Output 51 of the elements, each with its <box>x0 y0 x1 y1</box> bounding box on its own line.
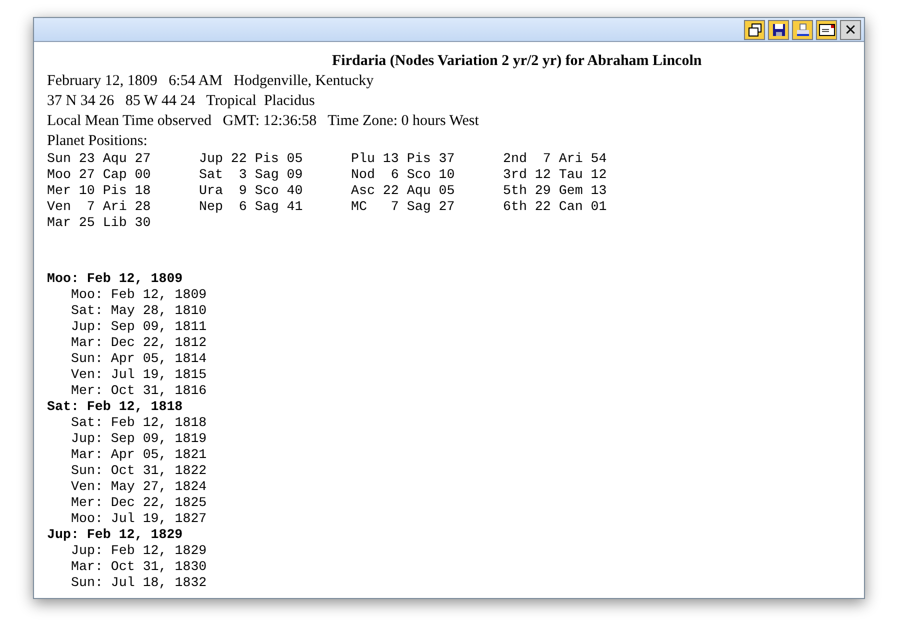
save-button[interactable] <box>768 20 789 40</box>
planet-position: Moo 27 Cap 00 <box>47 167 152 183</box>
planet-position: Mar 25 Lib 30 <box>47 215 152 231</box>
sub-period: Moo: Feb 12, 1809 <box>70 287 207 303</box>
envelope-icon <box>818 24 834 36</box>
info-line: February 12, 1809 6:54 AM Hodgenville, Kentucky <box>47 72 375 91</box>
sub-period: Jup: Sep 09, 1819 <box>70 431 207 447</box>
sub-period: Sat: Feb 12, 1818 <box>70 415 207 431</box>
print-icon <box>796 22 810 36</box>
sub-period: Mar: Apr 05, 1821 <box>70 447 207 463</box>
report-title: Firdaria (Nodes Variation 2 yr/2 yr) for Abraham Lincoln <box>332 52 703 71</box>
close-button[interactable]: ✕ <box>840 20 861 40</box>
period-heading: Moo: Feb 12, 1809 <box>47 271 183 287</box>
windows-icon <box>748 22 762 36</box>
planet-position: 5th 29 Gem 13 <box>503 183 608 199</box>
sub-period: Ven: May 27, 1824 <box>70 479 207 495</box>
sub-period: Sun: Jul 18, 1832 <box>70 575 207 591</box>
planet-position: Jup 22 Pis 05 <box>199 151 304 167</box>
sub-period: Sun: Oct 31, 1822 <box>70 463 207 479</box>
print-button[interactable] <box>792 20 813 40</box>
planet-position: Sun 23 Aqu 27 <box>47 151 152 167</box>
period-heading: Jup: Feb 12, 1829 <box>47 527 183 543</box>
planet-position: Mer 10 Pis 18 <box>47 183 152 199</box>
planet-position: MC 7 Sag 27 <box>351 199 456 215</box>
info-line: Local Mean Time observed GMT: 12:36:58 Time Zone: 0 hours West <box>47 112 480 131</box>
planet-position: Asc 22 Aqu 05 <box>351 183 456 199</box>
planet-position: Nod 6 Sco 10 <box>351 167 456 183</box>
sub-period: Jup: Sep 09, 1811 <box>70 319 207 335</box>
planet-position: 6th 22 Can 01 <box>503 199 608 215</box>
planet-position: Sat 3 Sag 09 <box>199 167 304 183</box>
sub-period: Moo: Jul 19, 1827 <box>70 511 207 527</box>
section-heading: Planet Positions: <box>47 132 148 151</box>
sub-period: Sat: May 28, 1810 <box>70 303 207 319</box>
sub-period: Sun: Apr 05, 1814 <box>70 351 207 367</box>
save-icon <box>772 22 786 36</box>
planet-position: Ura 9 Sco 40 <box>199 183 304 199</box>
restore-button[interactable] <box>744 20 765 40</box>
sub-period: Mar: Dec 22, 1812 <box>70 335 207 351</box>
planet-position: Ven 7 Ari 28 <box>47 199 152 215</box>
mail-button[interactable] <box>816 20 837 40</box>
sub-period: Mer: Dec 22, 1825 <box>70 495 207 511</box>
info-line: 37 N 34 26 85 W 44 24 Tropical Placidus <box>47 92 316 111</box>
sub-period: Ven: Jul 19, 1815 <box>70 367 207 383</box>
planet-position: 3rd 12 Tau 12 <box>503 167 608 183</box>
planet-position: 2nd 7 Ari 54 <box>503 151 608 167</box>
planet-position: Plu 13 Pis 37 <box>351 151 456 167</box>
sub-period: Mer: Oct 31, 1816 <box>70 383 207 399</box>
planet-position: Nep 6 Sag 41 <box>199 199 304 215</box>
sub-period: Mar: Oct 31, 1830 <box>70 559 207 575</box>
sub-period: Jup: Feb 12, 1829 <box>70 543 207 559</box>
period-heading: Sat: Feb 12, 1818 <box>47 399 183 415</box>
